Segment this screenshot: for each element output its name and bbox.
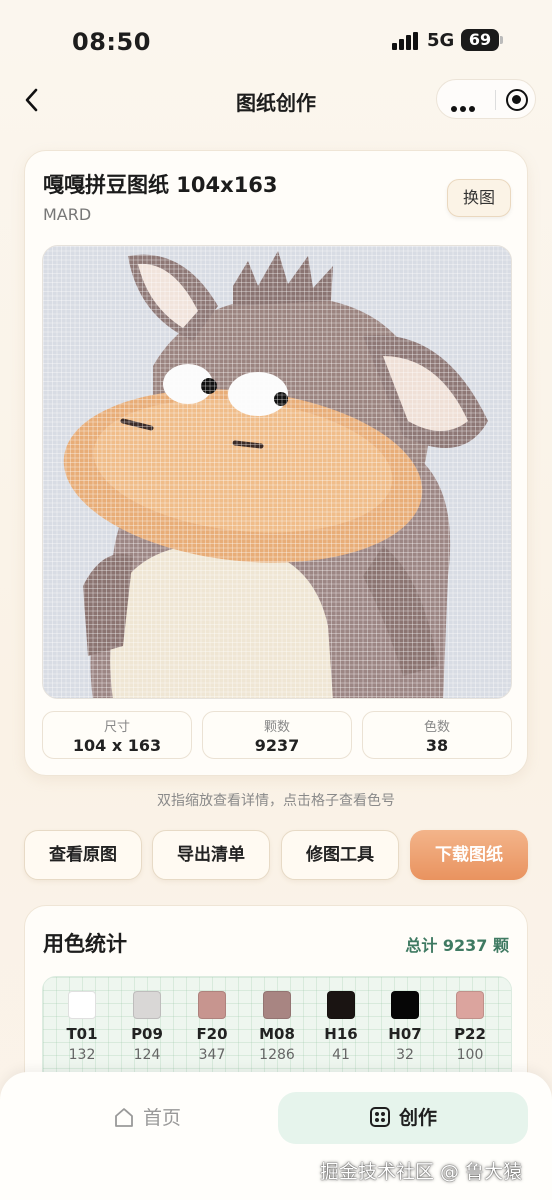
create-icon [369, 1106, 390, 1127]
watermark: 掘金技术社区 @ 鲁大猿 [320, 1161, 523, 1183]
color-chip[interactable]: H16 41 [313, 991, 369, 1063]
pattern-title: 嘎嘎拼豆图纸 104x163 [43, 173, 278, 197]
color-count: 41 [332, 1047, 350, 1063]
color-swatch [327, 991, 355, 1019]
swap-image-button[interactable]: 换图 [447, 179, 511, 217]
nav-bar: 图纸创作 [0, 75, 552, 125]
bead-grid-overlay [43, 246, 511, 698]
color-count: 1286 [259, 1047, 295, 1063]
signal-icon [392, 32, 420, 50]
tab-home[interactable]: 首页 [22, 1092, 272, 1144]
stat-bead-count: 颗数 9237 [202, 711, 352, 759]
stat-label: 颗数 [263, 720, 290, 735]
color-count: 124 [133, 1047, 161, 1063]
pattern-canvas[interactable] [42, 245, 512, 699]
status-bar: 08:50 5G 69 [0, 0, 552, 80]
download-pattern-button[interactable]: 下载图纸 [410, 830, 528, 880]
tab-create[interactable]: 创作 [278, 1092, 528, 1144]
color-code: F20 [196, 1025, 228, 1043]
color-swatch [391, 991, 419, 1019]
color-stats-total: 总计 9237 颗 [405, 936, 509, 955]
color-code: H16 [324, 1025, 358, 1043]
close-miniprogram-icon[interactable] [506, 89, 528, 111]
home-icon [115, 1107, 133, 1127]
more-icon[interactable] [451, 97, 478, 116]
color-chip[interactable]: P22 100 [442, 991, 498, 1063]
color-code: P09 [131, 1025, 163, 1043]
pattern-card: 嘎嘎拼豆图纸 104x163 MARD 换图 尺寸 104 x 163 颗数 9… [24, 150, 528, 776]
stat-color-count: 色数 38 [362, 711, 512, 759]
color-swatch [456, 991, 484, 1019]
color-swatch [68, 991, 96, 1019]
stat-value: 38 [425, 736, 449, 755]
brand-label: MARD [43, 205, 92, 224]
stat-size: 尺寸 104 x 163 [42, 711, 192, 759]
stat-value: 104 x 163 [72, 736, 162, 755]
battery-tip [500, 36, 503, 44]
color-code: P22 [454, 1025, 486, 1043]
color-code: T01 [66, 1025, 98, 1043]
view-original-button[interactable]: 查看原图 [24, 830, 142, 880]
stat-label: 尺寸 [103, 720, 130, 735]
color-code: H07 [388, 1025, 422, 1043]
battery-icon: 69 [461, 29, 499, 51]
color-chip[interactable]: M08 1286 [249, 991, 305, 1063]
color-count: 132 [68, 1047, 96, 1063]
mini-program-capsule [436, 79, 536, 119]
color-chip[interactable]: F20 347 [184, 991, 240, 1063]
color-count: 32 [396, 1047, 414, 1063]
color-swatch [198, 991, 226, 1019]
network-type: 5G [427, 30, 455, 51]
color-chip[interactable]: H07 32 [377, 991, 433, 1063]
zoom-hint: 双指缩放查看详情，点击格子查看色号 [157, 793, 395, 809]
color-swatch [263, 991, 291, 1019]
stat-label: 色数 [423, 720, 450, 735]
color-stats-title: 用色统计 [43, 932, 127, 956]
tab-home-label: 首页 [142, 1107, 181, 1129]
pattern-stats: 尺寸 104 x 163 颗数 9237 色数 38 [42, 711, 512, 759]
color-count: 100 [456, 1047, 484, 1063]
color-count: 347 [198, 1047, 226, 1063]
tab-create-label: 创作 [398, 1107, 437, 1129]
action-bar: 查看原图 导出清单 修图工具 下载图纸 [24, 830, 528, 880]
capsule-divider [495, 90, 496, 110]
color-code: M08 [259, 1025, 295, 1043]
color-chip[interactable]: P09 124 [119, 991, 175, 1063]
color-chip[interactable]: T01 132 [54, 991, 110, 1063]
color-swatch [133, 991, 161, 1019]
status-time: 08:50 [72, 28, 151, 56]
export-list-button[interactable]: 导出清单 [152, 830, 270, 880]
stat-value: 9237 [254, 736, 300, 755]
edit-tools-button[interactable]: 修图工具 [281, 830, 399, 880]
